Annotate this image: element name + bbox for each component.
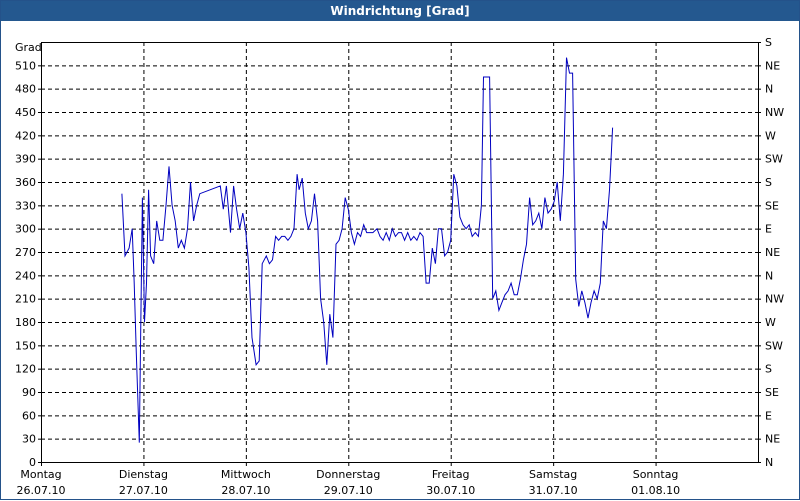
x-tick-date-label: 28.07.10 — [221, 484, 270, 497]
x-tick-day-label: Freitag — [432, 468, 470, 481]
y-tick-label: 360 — [15, 176, 36, 189]
x-axis-ticks: Montag 26.07.10 Dienstag 27.07.10 Mittwoch 28… — [17, 462, 680, 497]
y2-tick-label: S — [765, 36, 772, 49]
y2-tick-label: W — [765, 129, 776, 142]
grid — [41, 42, 758, 462]
x-tick-date-label: 01.08.10 — [631, 484, 680, 497]
y-tick-label: 60 — [22, 409, 36, 422]
y2-tick-label: NW — [765, 106, 784, 119]
x-tick-day-label: Samstag — [529, 468, 577, 481]
x-tick-date-label: 31.07.10 — [529, 484, 578, 497]
y2-tick-label: E — [765, 223, 772, 236]
y2-tick-label: W — [765, 316, 776, 329]
x-tick-date-label: 30.07.10 — [426, 484, 475, 497]
x-tick-day-label: Mittwoch — [221, 468, 271, 481]
x-tick-date-label: 27.07.10 — [119, 484, 168, 497]
y2-tick-label: N — [765, 83, 773, 96]
x-tick-date-label: 26.07.10 — [17, 484, 66, 497]
y2-tick-label: SW — [765, 153, 783, 166]
y-axis-label: Grad — [15, 41, 42, 54]
y2-tick-label: NE — [765, 433, 780, 446]
series-line — [121, 57, 614, 443]
y-axis-ticks: 0306090120150180210240270300330360390420… — [15, 59, 41, 469]
y-tick-label: 330 — [15, 199, 36, 212]
x-tick-day-label: Donnerstag — [316, 468, 380, 481]
y2-tick-label: S — [765, 176, 772, 189]
y-tick-label: 390 — [15, 153, 36, 166]
y-tick-label: 120 — [15, 363, 36, 376]
y2-tick-label: NE — [765, 59, 780, 72]
y2-tick-label: S — [765, 363, 772, 376]
y-tick-label: 300 — [15, 223, 36, 236]
series-layer — [121, 57, 614, 443]
y2-tick-label: SE — [765, 199, 779, 212]
y-tick-label: 240 — [15, 269, 36, 282]
y-tick-label: 510 — [15, 59, 36, 72]
x-tick-date-label: 29.07.10 — [324, 484, 373, 497]
y2-tick-label: SE — [765, 386, 779, 399]
chart-window: Windrichtung [Grad] 0 30 60 90 120 150 180 210 2… — [0, 0, 800, 500]
x-tick-day-label: Sonntag — [633, 468, 679, 481]
y-tick-label: 90 — [22, 386, 36, 399]
wind-direction-chart: 0306090120150180210240270300330360390420… — [15, 36, 784, 497]
y-tick-label: 450 — [15, 106, 36, 119]
y-tick-label: 210 — [15, 293, 36, 306]
y-tick-label: 150 — [15, 339, 36, 352]
y-tick-label: 180 — [15, 316, 36, 329]
x-tick-day-label: Dienstag — [119, 468, 168, 481]
y2-tick-label: SW — [765, 339, 783, 352]
y-tick-label: 270 — [15, 246, 36, 259]
y-tick-label: 420 — [15, 129, 36, 142]
y2-axis-ticks: N NE E SE S SW W NW N NE E SE S SW W NW N NE S — [758, 36, 784, 469]
y2-tick-label: N — [765, 456, 773, 469]
y2-tick-label: E — [765, 409, 772, 422]
y2-tick-label: NE — [765, 246, 780, 259]
y2-tick-label: N — [765, 269, 773, 282]
y-tick-label: 30 — [22, 433, 36, 446]
y-tick-label: 480 — [15, 83, 36, 96]
x-tick-day-label: Montag — [20, 468, 61, 481]
y2-tick-label: NW — [765, 293, 784, 306]
